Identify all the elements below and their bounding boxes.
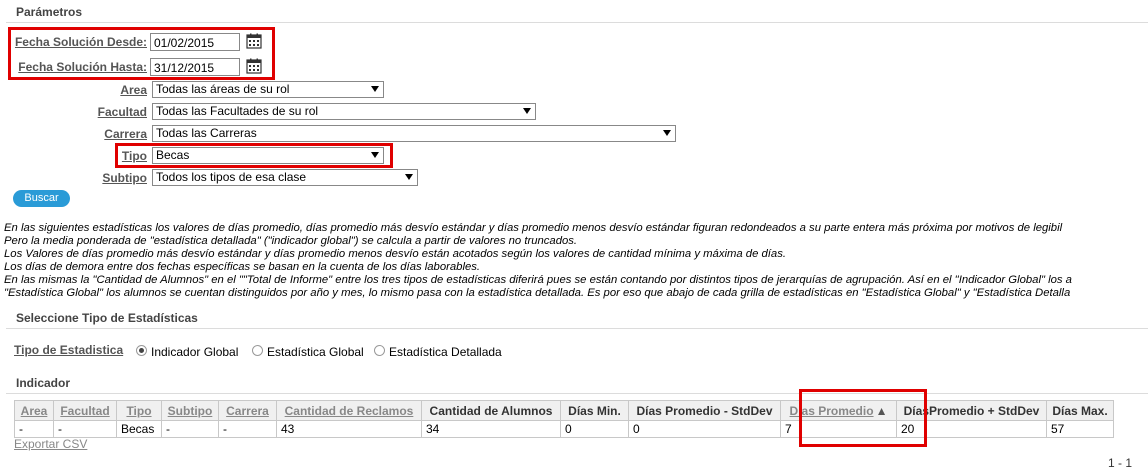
- fecha-highlight-box: [8, 27, 275, 80]
- area-select-value: Todas las áreas de su rol: [156, 82, 290, 96]
- col-header-tipo[interactable]: Tipo: [116, 400, 162, 421]
- cell-dias-max: 57: [1046, 420, 1114, 438]
- chevron-down-icon: [405, 174, 413, 180]
- info-line: En las siguientes estadísticas los valor…: [4, 222, 1063, 234]
- info-line: Los días de demora entre dos fechas espe…: [4, 261, 481, 273]
- radio-estadistica-global-label: Estadística Global: [267, 345, 364, 359]
- tipo-highlight-box: [115, 143, 393, 168]
- radio-estadistica-global[interactable]: [252, 345, 263, 356]
- cell-facultad: -: [53, 420, 117, 438]
- cell-carrera: -: [218, 420, 277, 438]
- cell-subtipo: -: [161, 420, 219, 438]
- carrera-label: Carrera: [104, 127, 147, 141]
- cell-tipo: Becas: [116, 420, 162, 438]
- pager-info: 1 - 1: [1108, 456, 1133, 470]
- chevron-down-icon: [663, 130, 671, 136]
- radio-indicador-global[interactable]: [136, 345, 147, 356]
- chevron-down-icon: [523, 108, 531, 114]
- radio-indicador-global-label: Indicador Global: [151, 345, 239, 359]
- export-csv-link[interactable]: Exportar CSV: [14, 437, 87, 451]
- cell-dias-min: 0: [560, 420, 629, 438]
- subtipo-select-value: Todos los tipos de esa clase: [156, 170, 307, 184]
- cell-cantidad-alumnos: 34: [421, 420, 561, 438]
- cell-cantidad-reclamos: 43: [276, 420, 422, 438]
- area-select[interactable]: Todas las áreas de su rol: [152, 81, 384, 98]
- indicator-title: Indicador: [16, 376, 71, 390]
- stats-type-label: Tipo de Estadistica: [14, 343, 124, 357]
- facultad-label: Facultad: [97, 105, 147, 119]
- col-header-cantidad-reclamos[interactable]: Cantidad de Reclamos: [276, 400, 422, 421]
- facultad-select-value: Todas las Facultades de su rol: [156, 104, 319, 118]
- area-label: Area: [120, 83, 147, 97]
- chevron-down-icon: [371, 86, 379, 92]
- stats-type-divider: [6, 328, 1148, 329]
- params-title: Parámetros: [16, 5, 83, 19]
- params-divider: [6, 22, 1148, 23]
- indicator-table: Area Facultad Tipo Subtipo Carrera Canti…: [14, 400, 1114, 438]
- col-header-carrera[interactable]: Carrera: [218, 400, 277, 421]
- facultad-select[interactable]: Todas las Facultades de su rol: [152, 103, 536, 120]
- stats-type-title: Seleccione Tipo de Estadísticas: [16, 311, 198, 325]
- dias-promedio-highlight-box: [799, 389, 927, 447]
- table-header-row: Area Facultad Tipo Subtipo Carrera Canti…: [14, 400, 1114, 421]
- carrera-select-value: Todas las Carreras: [156, 126, 257, 140]
- info-line: En las mismas la "Cantidad de Alumnos" e…: [4, 274, 1072, 286]
- col-header-dias-max: Días Max.: [1046, 400, 1114, 421]
- info-line: Los Valores de días promedio más desvío …: [4, 248, 787, 260]
- buscar-button[interactable]: Buscar: [13, 190, 70, 207]
- col-header-cantidad-alumnos: Cantidad de Alumnos: [421, 400, 561, 421]
- col-header-dias-min: Días Min.: [560, 400, 629, 421]
- table-row: - - Becas - - 43 34 0 0 7 20 57: [14, 420, 1114, 438]
- col-header-dias-promedio-menos: Días Promedio - StdDev: [628, 400, 781, 421]
- cell-dias-promedio-menos: 0: [628, 420, 781, 438]
- info-line: "Estadística Global" los alumnos se cuen…: [4, 287, 1071, 299]
- subtipo-select[interactable]: Todos los tipos de esa clase: [152, 169, 418, 186]
- radio-estadistica-detallada-label: Estadística Detallada: [389, 345, 502, 359]
- col-header-area[interactable]: Area: [14, 400, 54, 421]
- info-line: Pero la media ponderada de "estadística …: [4, 235, 578, 247]
- subtipo-label: Subtipo: [102, 171, 147, 185]
- cell-area: -: [14, 420, 54, 438]
- radio-estadistica-detallada[interactable]: [374, 345, 385, 356]
- indicator-divider: [6, 393, 1148, 394]
- col-header-subtipo[interactable]: Subtipo: [161, 400, 219, 421]
- col-header-facultad[interactable]: Facultad: [53, 400, 117, 421]
- carrera-select[interactable]: Todas las Carreras: [152, 125, 676, 142]
